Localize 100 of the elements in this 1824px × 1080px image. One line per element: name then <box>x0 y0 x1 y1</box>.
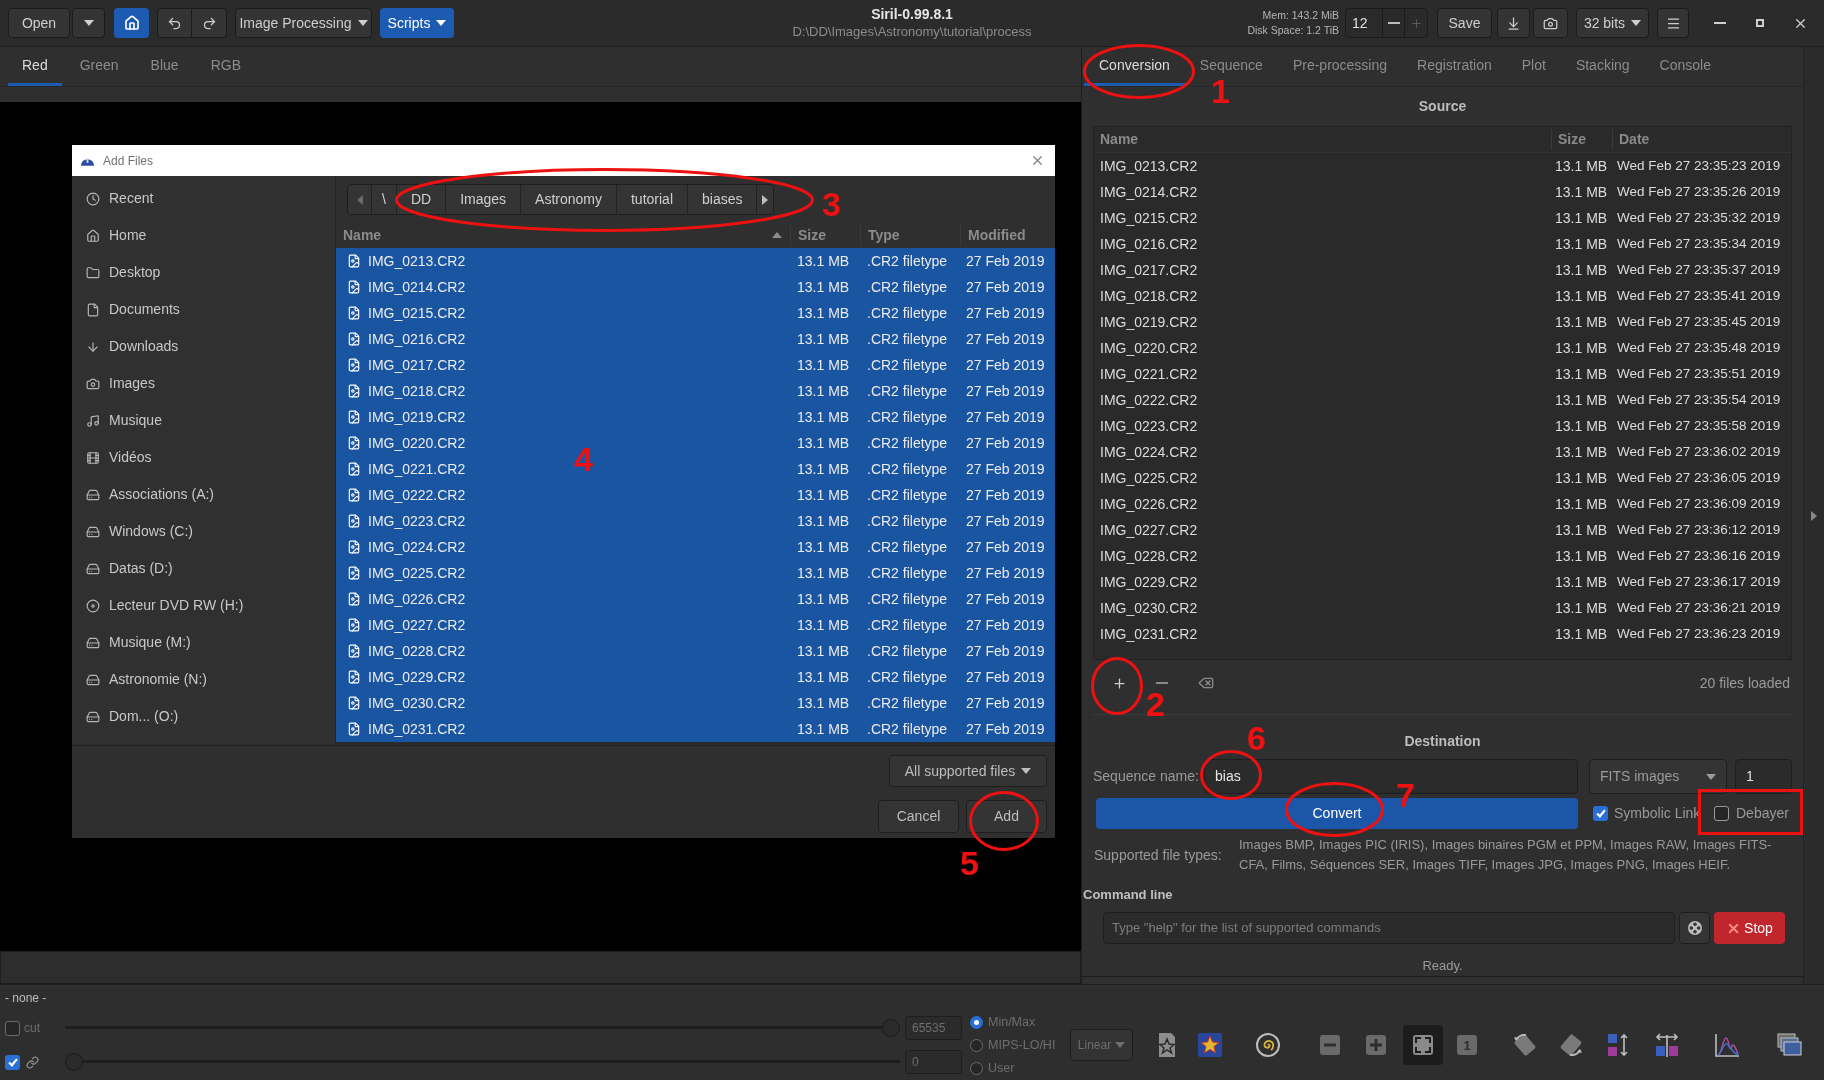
place-item[interactable]: Home <box>72 217 335 254</box>
checkbox[interactable] <box>5 1054 20 1070</box>
column-header[interactable]: Name <box>343 224 382 246</box>
step-number: 2 <box>1146 687 1165 721</box>
caret-right-icon[interactable] <box>1811 510 1817 521</box>
thread-count-field[interactable]: 12 <box>1346 9 1382 37</box>
file-row[interactable]: IMG_0224.CR2 13.1 MB .CR2 filetype 27 Feb 2019 <box>336 534 1055 560</box>
dialog-button[interactable]: Add <box>966 800 1047 833</box>
file-row[interactable]: IMG_0230.CR2 13.1 MB .CR2 filetype 27 Feb 2019 <box>336 690 1055 716</box>
file-row[interactable]: IMG_0225.CR2 13.1 MB .CR2 filetype 27 Feb 2019 <box>336 560 1055 586</box>
checkbox[interactable] <box>5 1020 20 1036</box>
place-item[interactable]: Recent <box>72 180 335 217</box>
caret-icon <box>1021 768 1032 774</box>
checkbox[interactable] <box>1593 806 1608 821</box>
drive-icon <box>86 709 100 724</box>
command-input[interactable]: Type "help" for the list of supported commands <box>1103 912 1675 944</box>
place-item[interactable]: Datas (D:) <box>72 550 335 587</box>
command-help-button[interactable] <box>1679 912 1710 944</box>
channel-tab[interactable]: RGB <box>196 48 255 86</box>
panel-tab[interactable]: Pre-processing <box>1277 48 1403 86</box>
star-tile-icon[interactable] <box>1197 1032 1223 1059</box>
path-segment[interactable]: Images <box>445 185 521 214</box>
image-file-icon <box>347 332 361 346</box>
place-item[interactable]: Astronomie (N:) <box>72 661 335 698</box>
path-segment[interactable]: \ <box>371 185 396 214</box>
checkbox[interactable] <box>1714 806 1729 821</box>
column-header[interactable]: Size <box>1551 129 1612 150</box>
main-menu-button[interactable] <box>1657 8 1689 38</box>
column-header[interactable]: Type <box>860 224 960 246</box>
channel-tab[interactable]: Blue <box>136 48 193 86</box>
place-item[interactable]: Musique (M:) <box>72 624 335 661</box>
column-header[interactable]: Date <box>1612 129 1791 150</box>
flip-horizontal-icon[interactable] <box>1654 1032 1680 1059</box>
radio-button[interactable] <box>970 1015 983 1029</box>
panel-tab[interactable]: Console <box>1644 48 1726 86</box>
fit-button[interactable] <box>1403 1025 1443 1066</box>
thread-spinner[interactable]: 12 <box>1345 8 1428 38</box>
output-format-dropdown[interactable]: FITS images <box>1589 759 1727 794</box>
scripts-menu[interactable]: Scripts <box>380 8 454 38</box>
home-button[interactable] <box>114 8 149 38</box>
place-item[interactable]: Downloads <box>72 328 335 365</box>
image-stack-icon[interactable] <box>1776 1032 1802 1059</box>
file-row[interactable]: IMG_0231.CR2 13.1 MB .CR2 filetype 27 Feb 2019 <box>336 716 1055 742</box>
place-item[interactable]: Documents <box>72 291 335 328</box>
flip-vertical-icon[interactable] <box>1605 1032 1631 1059</box>
place-item[interactable]: Desktop <box>72 254 335 291</box>
file-row[interactable]: IMG_0223.CR2 13.1 MB .CR2 filetype 27 Feb 2019 <box>336 508 1055 534</box>
file-row[interactable]: IMG_0226.CR2 13.1 MB .CR2 filetype 27 Feb 2019 <box>336 586 1055 612</box>
minus-icon[interactable] <box>1387 22 1400 24</box>
panel-tab[interactable]: Plot <box>1506 48 1561 86</box>
file-row[interactable]: IMG_0227.CR2 13.1 MB .CR2 filetype 27 Feb 2019 <box>336 612 1055 638</box>
file-type: .CR2 filetype <box>866 693 949 713</box>
star-page-icon[interactable] <box>1157 1032 1177 1059</box>
file-row[interactable]: IMG_0218.CR2 13.1 MB .CR2 filetype 27 Feb 2019 <box>336 378 1055 404</box>
image-processing-menu[interactable]: Image Processing <box>235 8 372 38</box>
place-item[interactable]: Associations (A:) <box>72 476 335 513</box>
open-menu-button[interactable] <box>72 8 105 38</box>
open-button[interactable]: Open <box>8 8 70 38</box>
file-row[interactable]: IMG_0222.CR2 13.1 MB .CR2 filetype 27 Feb 2019 <box>336 482 1055 508</box>
place-item[interactable]: Images <box>72 365 335 402</box>
histogram-icon[interactable] <box>1714 1032 1740 1059</box>
channel-tab[interactable]: Red <box>8 48 62 86</box>
dialog-button[interactable]: Cancel <box>878 800 959 833</box>
place-item[interactable]: Dom... (O:) <box>72 698 335 735</box>
column-header[interactable]: Name <box>1094 129 1551 150</box>
download-button[interactable] <box>1497 8 1530 38</box>
file-filter-dropdown[interactable]: All supported files <box>889 755 1047 787</box>
column-header[interactable]: Size <box>790 224 860 246</box>
column-header[interactable]: Modified <box>960 224 1055 246</box>
file-row[interactable]: IMG_0213.CR2 13.1 MB .CR2 filetype 27 Feb 2019 <box>336 248 1055 274</box>
file-row[interactable]: IMG_0214.CR2 13.1 MB .CR2 filetype 27 Feb 2019 <box>336 274 1055 300</box>
path-segment[interactable]: biases <box>687 185 757 214</box>
file-row[interactable]: IMG_0217.CR2 13.1 MB .CR2 filetype 27 Feb 2019 <box>336 352 1055 378</box>
redo-button[interactable] <box>192 8 227 38</box>
place-item[interactable]: Musique <box>72 402 335 439</box>
file-row[interactable]: IMG_0228.CR2 13.1 MB .CR2 filetype 27 Feb 2019 <box>336 638 1055 664</box>
channel-tab[interactable]: Green <box>65 48 133 86</box>
plus-tile-icon[interactable] <box>1366 1035 1386 1056</box>
snapshot-button[interactable] <box>1533 8 1568 38</box>
file-modified: 27 Feb 2019 <box>965 459 1046 479</box>
path-segment[interactable]: tutorial <box>615 185 687 214</box>
place-item[interactable]: Vidéos <box>72 439 335 476</box>
place-item[interactable]: Windows (C:) <box>72 513 335 550</box>
minus-tile-icon[interactable] <box>1320 1035 1340 1056</box>
bit-depth-menu[interactable]: 32 bits <box>1576 8 1649 38</box>
file-row[interactable]: IMG_0219.CR2 13.1 MB .CR2 filetype 27 Feb 2019 <box>336 404 1055 430</box>
path-segment[interactable]: Astronomy <box>520 185 616 214</box>
panel-tab[interactable]: Stacking <box>1560 48 1645 86</box>
radio-button[interactable] <box>970 1061 983 1075</box>
spiral-icon[interactable] <box>1255 1032 1281 1059</box>
place-item[interactable]: Lecteur DVD RW (H:) <box>72 587 335 624</box>
panel-tab[interactable]: Registration <box>1402 48 1507 86</box>
stop-button[interactable]: Stop <box>1714 912 1785 944</box>
file-modified: 27 Feb 2019 <box>965 693 1046 713</box>
path-segment[interactable]: DD <box>395 185 446 214</box>
file-row[interactable]: IMG_0216.CR2 13.1 MB .CR2 filetype 27 Feb 2019 <box>336 326 1055 352</box>
radio-button[interactable] <box>970 1038 983 1052</box>
file-row[interactable]: IMG_0229.CR2 13.1 MB .CR2 filetype 27 Feb 2019 <box>336 664 1055 690</box>
undo-button[interactable] <box>157 8 192 38</box>
file-row[interactable]: IMG_0215.CR2 13.1 MB .CR2 filetype 27 Feb 2019 <box>336 300 1055 326</box>
